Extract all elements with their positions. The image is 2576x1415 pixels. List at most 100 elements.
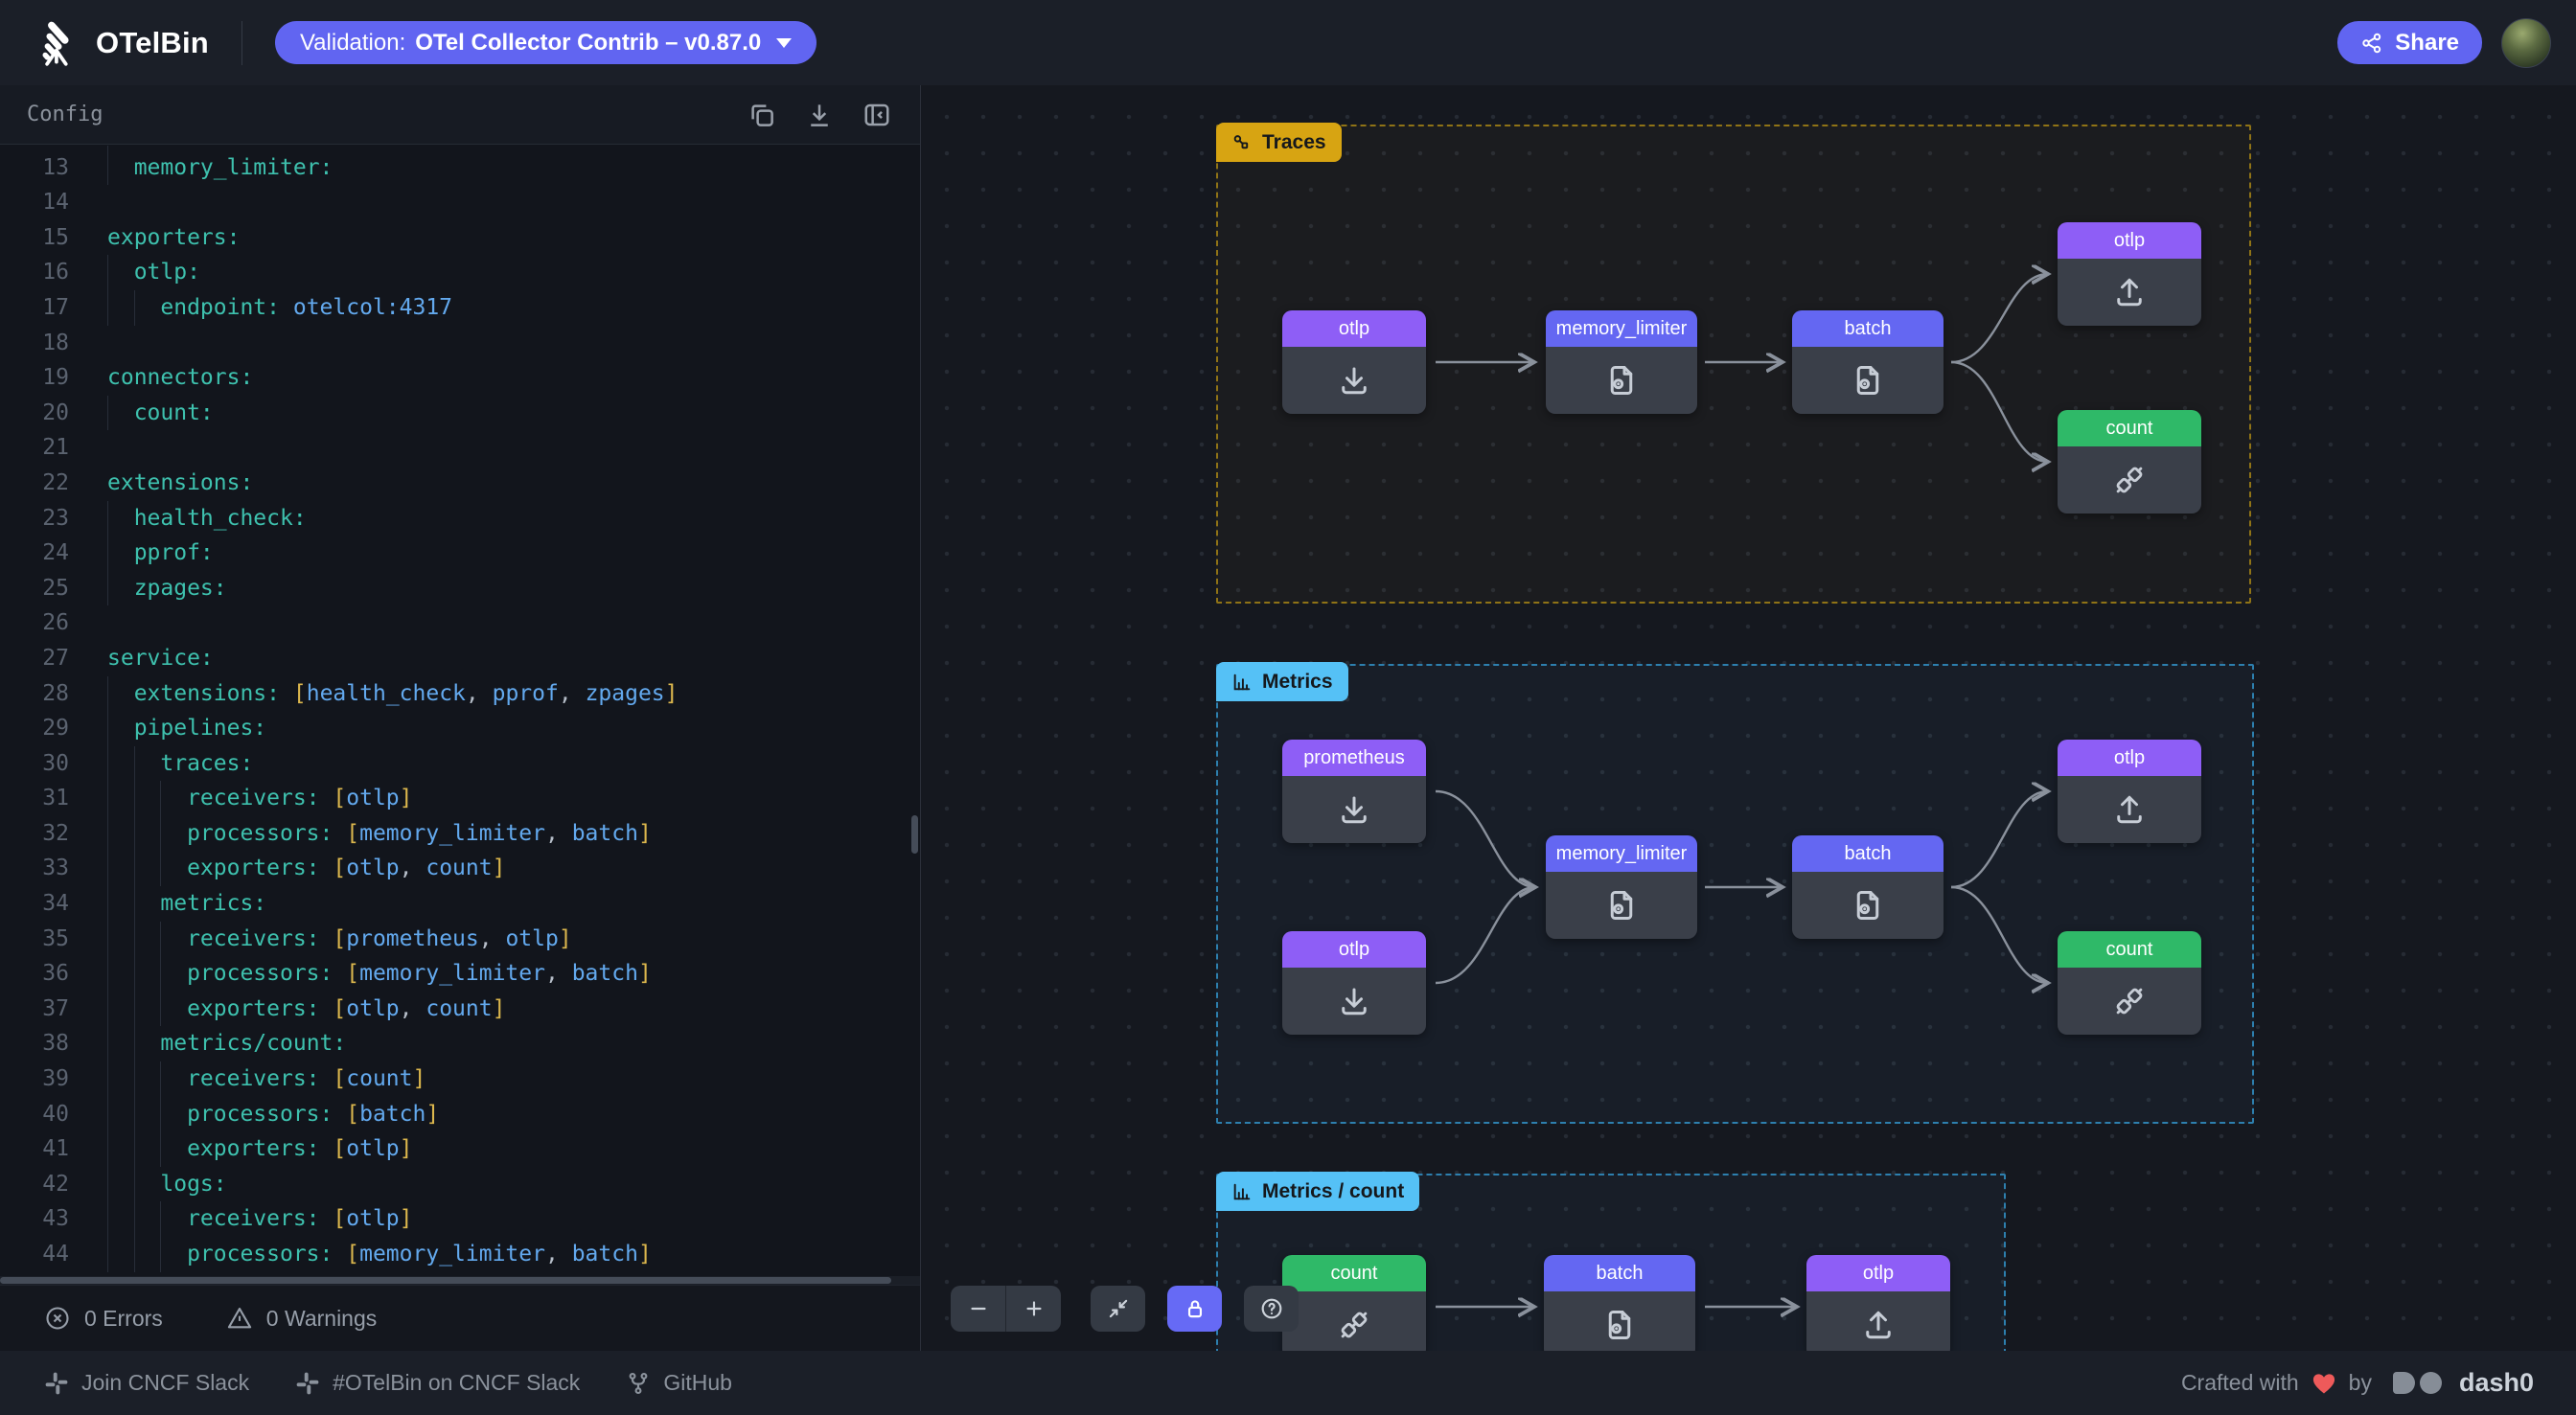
node-batch-processor[interactable]: batch bbox=[1792, 310, 1944, 414]
pipeline-group-tag-traces[interactable]: Traces bbox=[1216, 123, 1342, 162]
yaml-code-editor[interactable]: 12batch:13memory_limiter:1415exporters:1… bbox=[0, 146, 920, 1359]
token: otlp bbox=[346, 781, 399, 816]
diagram-toolbar bbox=[951, 1286, 1299, 1332]
footer-link--otelbin-on-cncf-slack[interactable]: #OTelBin on CNCF Slack bbox=[295, 1370, 580, 1396]
token: ] bbox=[400, 781, 413, 816]
heart-icon bbox=[2311, 1370, 2337, 1397]
copy-config-button[interactable] bbox=[748, 99, 780, 131]
pipeline-group-tag-metrics-count[interactable]: Metrics / count bbox=[1216, 1172, 1419, 1211]
code-line-24: 24pprof: bbox=[0, 536, 920, 571]
token: ] bbox=[665, 676, 678, 712]
token bbox=[280, 290, 293, 326]
editor-vertical-scrollbar[interactable] bbox=[911, 815, 918, 854]
node-body bbox=[2058, 968, 2201, 1035]
indent-guide bbox=[107, 922, 134, 957]
indent-guide bbox=[134, 956, 161, 992]
code-line-41: 41exporters: [otlp] bbox=[0, 1131, 920, 1167]
indent-guide bbox=[107, 956, 134, 992]
node-count-connector[interactable]: count bbox=[2058, 410, 2201, 514]
node-otlp-receiver[interactable]: otlp bbox=[1282, 931, 1426, 1035]
line-content: endpoint: otelcol:4317 bbox=[107, 290, 452, 326]
indent-guide bbox=[107, 501, 134, 536]
errors-count: 0 Errors bbox=[84, 1306, 163, 1332]
download-icon bbox=[805, 101, 834, 129]
footer-link-join-cncf-slack[interactable]: Join CNCF Slack bbox=[44, 1370, 249, 1396]
share-button[interactable]: Share bbox=[2337, 21, 2482, 64]
line-content: logs: bbox=[107, 1167, 227, 1202]
zoom-button-group bbox=[951, 1286, 1061, 1332]
editor-horizontal-scrollbar[interactable] bbox=[0, 1276, 920, 1285]
token: otlp: bbox=[134, 255, 200, 290]
indent-guide bbox=[160, 816, 187, 852]
line-number: 31 bbox=[0, 781, 73, 816]
line-content: metrics/count: bbox=[107, 1026, 346, 1061]
footer-link-github[interactable]: GitHub bbox=[626, 1370, 732, 1396]
indent-guide bbox=[160, 851, 187, 886]
dash0-brand-name[interactable]: dash0 bbox=[2459, 1368, 2534, 1398]
node-otlp-exporter[interactable]: otlp bbox=[1806, 1255, 1950, 1351]
token: ] bbox=[400, 1201, 413, 1237]
line-number: 25 bbox=[0, 571, 73, 606]
node-count-connector[interactable]: count bbox=[2058, 931, 2201, 1035]
lock-button[interactable] bbox=[1167, 1286, 1222, 1332]
line-content: receivers: [count] bbox=[107, 1061, 426, 1097]
node-count-connector[interactable]: count bbox=[1282, 1255, 1426, 1351]
dash0-logo-icon[interactable] bbox=[2393, 1372, 2442, 1394]
download-config-button[interactable] bbox=[805, 99, 838, 131]
collapse-panel-button[interactable] bbox=[862, 99, 895, 131]
indent-guide bbox=[134, 886, 161, 922]
validation-dropdown[interactable]: Validation: OTel Collector Contrib – v0.… bbox=[275, 21, 816, 64]
line-number: 23 bbox=[0, 501, 73, 536]
node-batch-processor[interactable]: batch bbox=[1792, 835, 1944, 939]
line-number: 35 bbox=[0, 922, 73, 957]
bar-chart-icon bbox=[1231, 1181, 1253, 1202]
token: count bbox=[426, 851, 492, 886]
token bbox=[333, 816, 346, 852]
user-avatar[interactable] bbox=[2501, 18, 2551, 68]
pipeline-diagram-canvas[interactable]: Traces Metrics Metrics / count otlp memory_… bbox=[921, 85, 2576, 1351]
line-content: exporters: bbox=[107, 220, 240, 256]
indent-guide bbox=[107, 781, 134, 816]
token: receivers: bbox=[187, 1061, 319, 1097]
line-content: count: bbox=[107, 396, 214, 431]
node-prometheus-receiver[interactable]: prometheus bbox=[1282, 740, 1426, 843]
fit-view-button[interactable] bbox=[1091, 1286, 1145, 1332]
token: batch bbox=[359, 1097, 426, 1132]
node-label: memory_limiter bbox=[1546, 310, 1697, 347]
token: processors: bbox=[187, 1237, 333, 1272]
line-content: health_check: bbox=[107, 501, 307, 536]
token: ] bbox=[493, 851, 506, 886]
h-scrollbar-thumb[interactable] bbox=[0, 1277, 891, 1284]
code-line-25: 25zpages: bbox=[0, 571, 920, 606]
token: otlp bbox=[505, 922, 558, 957]
zoom-in-button[interactable] bbox=[1006, 1286, 1061, 1332]
node-otlp-receiver[interactable]: otlp bbox=[1282, 310, 1426, 414]
zoom-out-button[interactable] bbox=[951, 1286, 1005, 1332]
github-icon bbox=[626, 1371, 651, 1396]
line-content: processors: [memory_limiter, batch] bbox=[107, 956, 652, 992]
token: ] bbox=[638, 816, 652, 852]
pipeline-group-tag-metrics[interactable]: Metrics bbox=[1216, 662, 1348, 701]
code-line-14: 14 bbox=[0, 185, 920, 220]
indent-guide bbox=[107, 1237, 134, 1272]
node-otlp-exporter[interactable]: otlp bbox=[2058, 740, 2201, 843]
node-memory_limiter-processor[interactable]: memory_limiter bbox=[1546, 835, 1697, 939]
node-label: count bbox=[1282, 1255, 1426, 1291]
node-body bbox=[1792, 872, 1944, 939]
node-batch-processor[interactable]: batch bbox=[1544, 1255, 1695, 1351]
line-number: 19 bbox=[0, 360, 73, 396]
footer-links: Join CNCF Slack #OTelBin on CNCF Slack Git… bbox=[44, 1370, 778, 1396]
token: memory_limiter bbox=[359, 816, 545, 852]
dash0-d-glyph bbox=[2393, 1372, 2415, 1394]
node-otlp-exporter[interactable]: otlp bbox=[2058, 222, 2201, 326]
line-content: receivers: [otlp] bbox=[107, 1201, 413, 1237]
node-body bbox=[1792, 347, 1944, 414]
file-gear-icon bbox=[1604, 888, 1639, 923]
indent-guide bbox=[134, 1201, 161, 1237]
line-number: 37 bbox=[0, 992, 73, 1027]
token: prometheus bbox=[346, 922, 478, 957]
help-button[interactable] bbox=[1244, 1286, 1299, 1332]
node-memory_limiter-processor[interactable]: memory_limiter bbox=[1546, 310, 1697, 414]
line-content: processors: [memory_limiter, batch] bbox=[107, 1237, 652, 1272]
node-label: otlp bbox=[2058, 222, 2201, 259]
